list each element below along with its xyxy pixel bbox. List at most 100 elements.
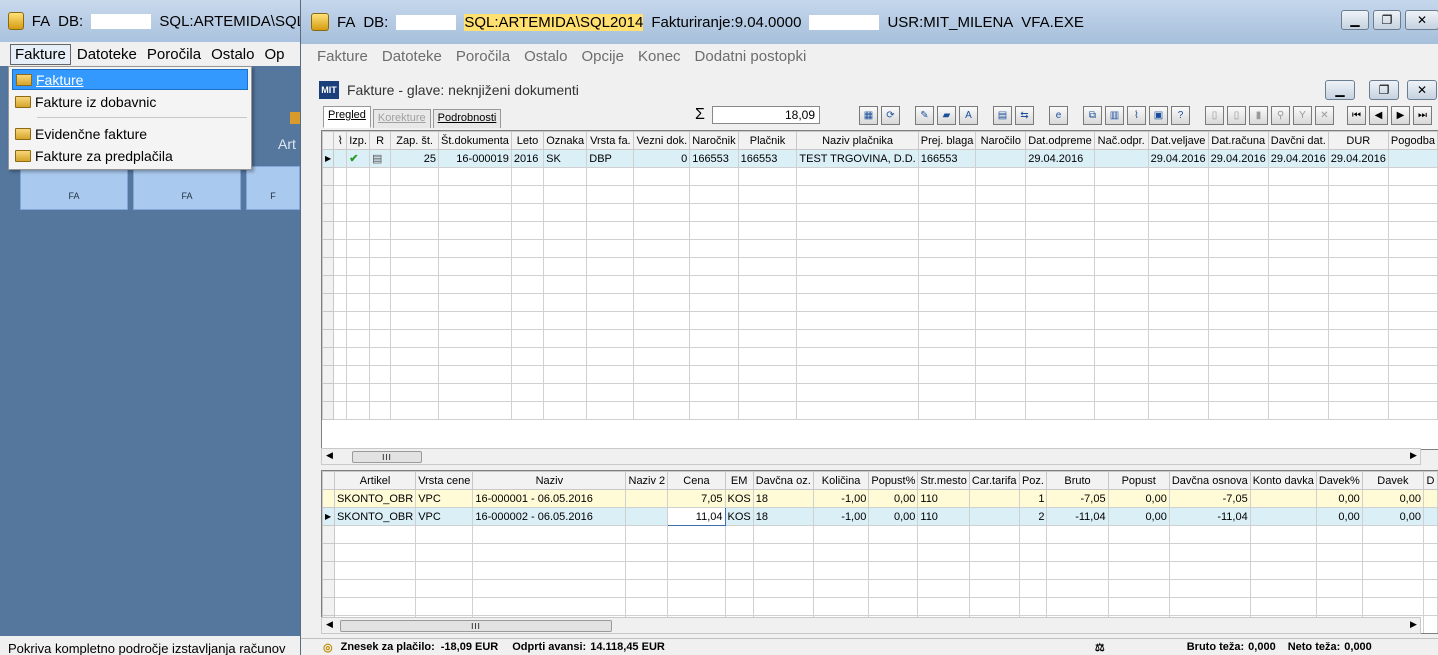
tile-fa-3[interactable]: F: [246, 166, 300, 210]
col-prej-blaga[interactable]: Prej. blaga: [917, 131, 977, 150]
empty-row[interactable]: [322, 185, 1438, 204]
empty-row[interactable]: [322, 221, 1438, 240]
help-icon[interactable]: ?: [1171, 106, 1190, 125]
menu-datoteke[interactable]: Datoteke: [382, 48, 442, 65]
col-kolicina[interactable]: Količina: [812, 471, 870, 490]
open-icon[interactable]: ▯: [1227, 106, 1246, 125]
tile-fa-2[interactable]: FA: [133, 166, 241, 210]
font-icon[interactable]: A: [959, 106, 978, 125]
col-naziv-placnika[interactable]: Naziv plačnika: [796, 131, 919, 150]
col-naziv[interactable]: Naziv: [472, 471, 627, 490]
col-narocnik[interactable]: Naročnik: [689, 131, 739, 150]
sum-field[interactable]: 18,09: [712, 106, 820, 124]
tab-pregled[interactable]: Pregled: [323, 106, 371, 128]
detail-grid-hscroll[interactable]: ◀ III ▶: [321, 617, 1421, 634]
background-window-titlebar[interactable]: FA DB: SQL:ARTEMIDA\SQL: [0, 0, 305, 42]
detail-scroll-thumb[interactable]: III: [340, 620, 612, 632]
col-pogodba[interactable]: Pogodba: [1387, 131, 1438, 150]
empty-row[interactable]: [322, 167, 1438, 186]
scroll-left-icon[interactable]: ◀: [326, 619, 333, 630]
menu-opcije[interactable]: Op: [260, 45, 288, 64]
inner-close-button[interactable]: ✕: [1407, 80, 1437, 100]
col-naziv-2[interactable]: Naziv 2: [625, 471, 669, 490]
empty-row[interactable]: [322, 525, 1438, 544]
empty-row[interactable]: [322, 293, 1438, 312]
preview-icon[interactable]: ▣: [1149, 106, 1168, 125]
delete-icon[interactable]: ✕: [1315, 106, 1334, 125]
col-d[interactable]: D: [1422, 471, 1438, 490]
col-dat-odpreme[interactable]: Dat.odpreme: [1025, 131, 1095, 150]
copy-icon[interactable]: ⧉: [1083, 106, 1102, 125]
menu-fakture[interactable]: Fakture: [10, 43, 71, 65]
col-popust-pct[interactable]: Popust%: [868, 471, 919, 490]
menu-item-fakture-za-predplacila[interactable]: Fakture za predplačila: [12, 145, 248, 166]
col-vezni-dok[interactable]: Vezni dok.: [633, 131, 691, 150]
empty-row[interactable]: [322, 543, 1438, 562]
col-car-tarifa[interactable]: Car.tarifa: [968, 471, 1020, 490]
empty-row[interactable]: [322, 203, 1438, 222]
refresh-icon[interactable]: ⟳: [881, 106, 900, 125]
menu-porocila[interactable]: Poročila: [143, 45, 205, 64]
col-st-dokumenta[interactable]: Št.dokumenta: [438, 131, 512, 150]
col-zap-st[interactable]: Zap. št.: [390, 131, 440, 150]
col-izp[interactable]: Izp.: [346, 131, 370, 150]
col-popust[interactable]: Popust: [1107, 471, 1170, 490]
maximize-button[interactable]: ❐: [1373, 10, 1401, 30]
empty-row[interactable]: [322, 347, 1438, 366]
paperclip-icon[interactable]: ⌇: [333, 131, 348, 150]
col-vrsta-cene[interactable]: Vrsta cene: [415, 471, 474, 490]
empty-row[interactable]: [322, 239, 1438, 258]
menu-item-fakture-iz-dobavnic[interactable]: Fakture iz dobavnic: [12, 91, 248, 112]
col-konto-davka[interactable]: Konto davka: [1249, 471, 1317, 490]
col-davek-pct[interactable]: Davek%: [1315, 471, 1363, 490]
col-dur[interactable]: DUR: [1327, 131, 1389, 150]
header-grid-hscroll[interactable]: ◀ III ▶: [321, 448, 1421, 465]
search-icon[interactable]: ⚲: [1271, 106, 1290, 125]
new-icon[interactable]: ▯: [1205, 106, 1224, 125]
export-icon[interactable]: ⇆: [1015, 106, 1034, 125]
cena-edit-cell[interactable]: 11,04: [667, 507, 726, 526]
empty-row[interactable]: [322, 383, 1438, 402]
col-davcna-oz[interactable]: Davčna oz.: [752, 471, 814, 490]
empty-row[interactable]: [322, 329, 1438, 348]
scroll-left-icon[interactable]: ◀: [326, 450, 333, 461]
next-record-icon[interactable]: ▶: [1391, 106, 1410, 125]
detail-grid[interactable]: Artikel Vrsta cene Naziv Naziv 2 Cena EM…: [321, 470, 1438, 634]
col-bruto[interactable]: Bruto: [1046, 471, 1109, 490]
empty-row[interactable]: [322, 257, 1438, 276]
menu-ostalo[interactable]: Ostalo: [207, 45, 258, 64]
menu-konec[interactable]: Konec: [638, 48, 681, 65]
empty-row[interactable]: [322, 597, 1438, 616]
main-window-titlebar[interactable]: FA DB: SQL:ARTEMIDA\SQL2014 Fakturiranje…: [301, 0, 1438, 44]
menu-opcije[interactable]: Opcije: [581, 48, 624, 65]
inner-minimize-button[interactable]: ▁: [1325, 80, 1355, 100]
tab-podrobnosti[interactable]: Podrobnosti: [432, 109, 502, 128]
empty-row[interactable]: [322, 401, 1438, 420]
calculator-icon[interactable]: ▦: [859, 106, 878, 125]
col-davcni-dat[interactable]: Davčni dat.: [1267, 131, 1329, 150]
empty-row[interactable]: [322, 275, 1438, 294]
save-icon[interactable]: ▮: [1249, 106, 1268, 125]
menu-ostalo[interactable]: Ostalo: [524, 48, 567, 65]
col-artikel[interactable]: Artikel: [333, 471, 417, 490]
menu-fakture[interactable]: Fakture: [317, 48, 368, 65]
empty-row[interactable]: [322, 561, 1438, 580]
col-nac-odpr[interactable]: Nač.odpr.: [1093, 131, 1149, 150]
col-davcna-osnova[interactable]: Davčna osnova: [1168, 471, 1251, 490]
col-em[interactable]: EM: [724, 471, 754, 490]
col-r[interactable]: R: [368, 131, 392, 150]
scroll-right-icon[interactable]: ▶: [1410, 619, 1417, 630]
empty-row[interactable]: [322, 311, 1438, 330]
col-narocilo[interactable]: Naročilo: [975, 131, 1027, 150]
col-placnik[interactable]: Plačnik: [737, 131, 798, 150]
minimize-button[interactable]: ▁: [1341, 10, 1369, 30]
menu-porocila[interactable]: Poročila: [456, 48, 510, 65]
col-vrsta-fa[interactable]: Vrsta fa.: [586, 131, 635, 150]
scroll-right-icon[interactable]: ▶: [1410, 450, 1417, 461]
table-row[interactable]: SKONTO_OBR VPC 16-000001 - 06.05.2016 7,…: [322, 489, 1438, 508]
table-row[interactable]: ▶ SKONTO_OBR VPC 16-000002 - 06.05.2016 …: [322, 507, 1438, 526]
menu-dodatni-postopki[interactable]: Dodatni postopki: [695, 48, 807, 65]
col-poz[interactable]: Poz.: [1018, 471, 1048, 490]
col-leto[interactable]: Leto: [510, 131, 545, 150]
close-button[interactable]: ✕: [1405, 10, 1438, 30]
